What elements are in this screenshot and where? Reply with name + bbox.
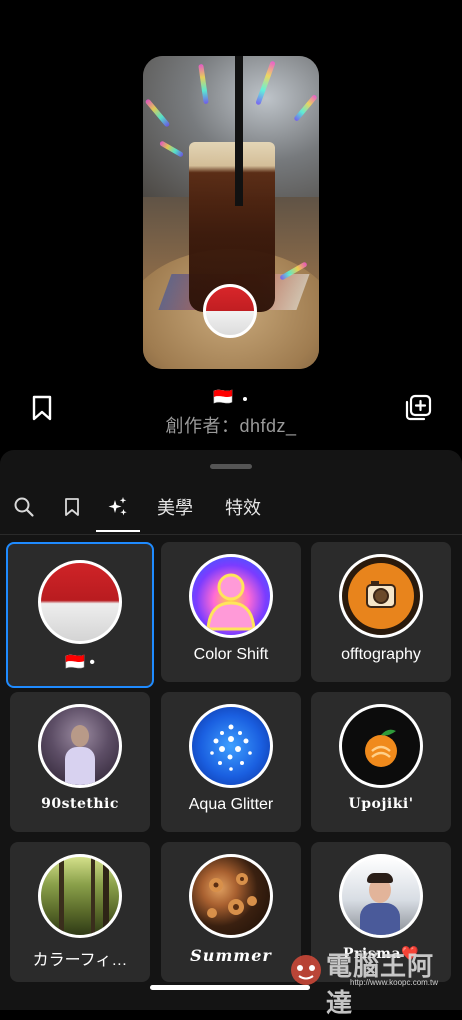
tree-trunk	[91, 857, 95, 935]
effect-thumbnail	[189, 704, 273, 788]
orange-fruit-icon	[365, 729, 397, 767]
gallery-tabs: 美學 特效	[0, 490, 462, 538]
tab-aesthetics-label: 美學	[157, 498, 193, 518]
camera-icon-badge	[348, 563, 414, 629]
tab-effects-label: 特效	[225, 498, 261, 518]
tabs-divider	[0, 534, 462, 535]
camera-icon	[366, 581, 396, 608]
effect-card-90stethic[interactable]: 90stethic	[10, 692, 150, 832]
effect-card-upojiki[interactable]: Upojiki'	[311, 692, 451, 832]
tree-trunk	[103, 857, 109, 935]
tab-trending[interactable]	[104, 490, 132, 524]
glitter-dots-icon	[210, 724, 252, 771]
capture-button[interactable]	[203, 284, 257, 338]
effect-thumbnail	[189, 854, 273, 938]
effect-name-flag: 🇮🇩	[213, 389, 233, 406]
effect-thumbnail	[38, 560, 122, 644]
effect-thumbnail	[339, 704, 423, 788]
tree-trunk	[59, 857, 64, 935]
effects-gallery-sheet: 美學 特效 🇮🇩 • Color Shift offtography 90ste…	[0, 450, 462, 1010]
effect-label: 90stethic	[41, 796, 119, 812]
selected-tab-indicator	[96, 530, 140, 532]
effect-label: カラーフィ…	[32, 952, 128, 969]
effect-name-dot	[243, 397, 247, 401]
effect-preview[interactable]	[143, 56, 319, 369]
effect-label: Aqua Glitter	[188, 796, 274, 813]
effect-creator[interactable]: 創作者：dhfdz_	[0, 412, 462, 438]
tab-effects[interactable]: 特效	[218, 490, 268, 524]
effect-thumbnail	[38, 854, 122, 938]
effect-card-offtography[interactable]: offtography	[311, 542, 451, 682]
effect-card-aqua-glitter[interactable]: Aqua Glitter	[161, 692, 301, 832]
effect-thumbnail	[38, 704, 122, 788]
effect-card-flag[interactable]: 🇮🇩 •	[6, 542, 154, 688]
watermark-url: http://www.koopc.com.tw	[350, 978, 439, 987]
bookmark-icon	[65, 498, 79, 516]
person-hair	[367, 873, 393, 883]
person-head	[71, 725, 89, 747]
preview-straw	[235, 56, 243, 206]
effect-label: offtography	[341, 646, 421, 663]
effect-thumbnail	[339, 854, 423, 938]
effect-card-color-film[interactable]: カラーフィ…	[10, 842, 150, 982]
mascot-icon	[291, 955, 321, 985]
effect-card-color-shift[interactable]: Color Shift	[161, 542, 301, 682]
sparkles-icon	[108, 497, 127, 516]
tab-saved[interactable]	[58, 490, 86, 524]
person-body	[360, 903, 400, 935]
effect-thumbnail	[339, 554, 423, 638]
search-icon	[14, 497, 34, 517]
try-effect-button[interactable]	[403, 393, 433, 423]
add-to-story-icon	[405, 394, 432, 421]
effect-label: Summer	[190, 946, 272, 965]
flowers-icon	[207, 873, 257, 918]
effect-label: Upojiki'	[348, 796, 414, 812]
person-figure	[65, 747, 95, 785]
tab-search[interactable]	[10, 490, 38, 524]
home-indicator[interactable]	[150, 985, 310, 990]
tab-aesthetics[interactable]: 美學	[150, 490, 200, 524]
person-silhouette-icon	[206, 573, 256, 631]
watermark-logo: 電腦王阿達 http://www.koopc.com.tw	[286, 944, 456, 1019]
effect-label: 🇮🇩 •	[65, 654, 95, 671]
effect-thumbnail	[189, 554, 273, 638]
sheet-drag-handle[interactable]	[210, 464, 252, 469]
effect-label: Color Shift	[193, 646, 269, 663]
effect-card-summer[interactable]: Summer	[161, 842, 301, 982]
